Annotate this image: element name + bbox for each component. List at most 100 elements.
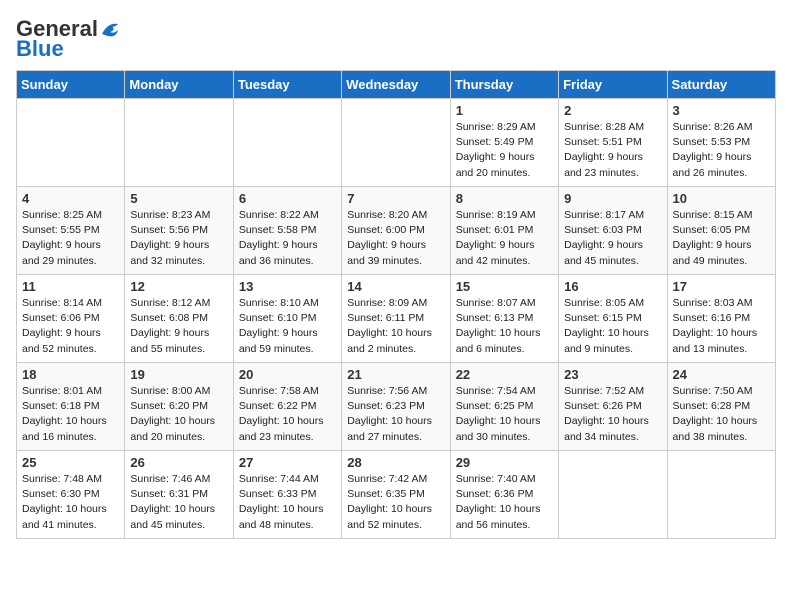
day-info: Sunrise: 7:50 AMSunset: 6:28 PMDaylight:… <box>673 384 770 445</box>
calendar-cell: 10 Sunrise: 8:15 AMSunset: 6:05 PMDayligh… <box>667 187 775 275</box>
day-number: 24 <box>673 367 770 382</box>
day-number: 12 <box>130 279 227 294</box>
day-info: Sunrise: 8:12 AMSunset: 6:08 PMDaylight:… <box>130 296 227 357</box>
day-number: 10 <box>673 191 770 206</box>
day-info: Sunrise: 8:15 AMSunset: 6:05 PMDaylight:… <box>673 208 770 269</box>
calendar-cell: 22 Sunrise: 7:54 AMSunset: 6:25 PMDayligh… <box>450 363 558 451</box>
day-info: Sunrise: 8:10 AMSunset: 6:10 PMDaylight:… <box>239 296 336 357</box>
weekday-wednesday: Wednesday <box>342 71 450 99</box>
calendar-cell: 28 Sunrise: 7:42 AMSunset: 6:35 PMDayligh… <box>342 451 450 539</box>
day-info: Sunrise: 7:48 AMSunset: 6:30 PMDaylight:… <box>22 472 119 533</box>
calendar-cell: 2Sunrise: 8:28 AMSunset: 5:51 PMDaylight… <box>559 99 667 187</box>
weekday-saturday: Saturday <box>667 71 775 99</box>
day-number: 26 <box>130 455 227 470</box>
weekday-monday: Monday <box>125 71 233 99</box>
day-info: Sunrise: 7:46 AMSunset: 6:31 PMDaylight:… <box>130 472 227 533</box>
day-number: 2 <box>564 103 661 118</box>
day-number: 7 <box>347 191 444 206</box>
day-number: 11 <box>22 279 119 294</box>
day-number: 14 <box>347 279 444 294</box>
logo-bird-icon <box>100 20 122 38</box>
calendar-cell: 11Sunrise: 8:14 AMSunset: 6:06 PMDayligh… <box>17 275 125 363</box>
logo: General Blue <box>16 16 122 62</box>
day-number: 29 <box>456 455 553 470</box>
calendar-cell: 20 Sunrise: 7:58 AMSunset: 6:22 PMDayligh… <box>233 363 341 451</box>
day-info: Sunrise: 8:23 AMSunset: 5:56 PMDaylight:… <box>130 208 227 269</box>
day-number: 28 <box>347 455 444 470</box>
day-number: 5 <box>130 191 227 206</box>
week-row-2: 4 Sunrise: 8:25 AMSunset: 5:55 PMDaylight… <box>17 187 776 275</box>
day-number: 9 <box>564 191 661 206</box>
calendar-cell: 24 Sunrise: 7:50 AMSunset: 6:28 PMDayligh… <box>667 363 775 451</box>
logo-blue: Blue <box>16 36 64 62</box>
day-number: 15 <box>456 279 553 294</box>
day-info: Sunrise: 7:44 AMSunset: 6:33 PMDaylight:… <box>239 472 336 533</box>
day-info: Sunrise: 8:01 AMSunset: 6:18 PMDaylight:… <box>22 384 119 445</box>
calendar-cell <box>125 99 233 187</box>
calendar-cell: 1 Sunrise: 8:29 AMSunset: 5:49 PMDaylight… <box>450 99 558 187</box>
calendar-cell: 16 Sunrise: 8:05 AMSunset: 6:15 PMDayligh… <box>559 275 667 363</box>
calendar-cell: 8Sunrise: 8:19 AMSunset: 6:01 PMDaylight… <box>450 187 558 275</box>
day-info: Sunrise: 8:17 AMSunset: 6:03 PMDaylight:… <box>564 208 661 269</box>
calendar-cell: 19 Sunrise: 8:00 AMSunset: 6:20 PMDayligh… <box>125 363 233 451</box>
day-number: 3 <box>673 103 770 118</box>
day-number: 16 <box>564 279 661 294</box>
day-info: Sunrise: 8:03 AMSunset: 6:16 PMDaylight:… <box>673 296 770 357</box>
calendar-cell <box>17 99 125 187</box>
day-info: Sunrise: 8:22 AMSunset: 5:58 PMDaylight:… <box>239 208 336 269</box>
calendar-cell: 13 Sunrise: 8:10 AMSunset: 6:10 PMDayligh… <box>233 275 341 363</box>
weekday-header-row: SundayMondayTuesdayWednesdayThursdayFrid… <box>17 71 776 99</box>
day-number: 6 <box>239 191 336 206</box>
calendar-cell: 27Sunrise: 7:44 AMSunset: 6:33 PMDayligh… <box>233 451 341 539</box>
day-info: Sunrise: 8:07 AMSunset: 6:13 PMDaylight:… <box>456 296 553 357</box>
calendar-cell: 6 Sunrise: 8:22 AMSunset: 5:58 PMDaylight… <box>233 187 341 275</box>
day-number: 22 <box>456 367 553 382</box>
calendar-cell: 25 Sunrise: 7:48 AMSunset: 6:30 PMDayligh… <box>17 451 125 539</box>
week-row-3: 11Sunrise: 8:14 AMSunset: 6:06 PMDayligh… <box>17 275 776 363</box>
calendar-cell <box>342 99 450 187</box>
day-info: Sunrise: 8:05 AMSunset: 6:15 PMDaylight:… <box>564 296 661 357</box>
calendar-cell <box>667 451 775 539</box>
week-row-4: 18 Sunrise: 8:01 AMSunset: 6:18 PMDayligh… <box>17 363 776 451</box>
calendar-table: SundayMondayTuesdayWednesdayThursdayFrid… <box>16 70 776 539</box>
calendar-cell: 14Sunrise: 8:09 AMSunset: 6:11 PMDayligh… <box>342 275 450 363</box>
day-number: 21 <box>347 367 444 382</box>
weekday-friday: Friday <box>559 71 667 99</box>
calendar-cell: 29 Sunrise: 7:40 AMSunset: 6:36 PMDayligh… <box>450 451 558 539</box>
day-number: 19 <box>130 367 227 382</box>
day-info: Sunrise: 7:54 AMSunset: 6:25 PMDaylight:… <box>456 384 553 445</box>
day-number: 17 <box>673 279 770 294</box>
calendar-cell <box>233 99 341 187</box>
calendar-cell: 3 Sunrise: 8:26 AMSunset: 5:53 PMDaylight… <box>667 99 775 187</box>
day-number: 25 <box>22 455 119 470</box>
day-number: 13 <box>239 279 336 294</box>
week-row-5: 25 Sunrise: 7:48 AMSunset: 6:30 PMDayligh… <box>17 451 776 539</box>
weekday-tuesday: Tuesday <box>233 71 341 99</box>
header: General Blue <box>16 16 776 62</box>
calendar-cell: 23Sunrise: 7:52 AMSunset: 6:26 PMDayligh… <box>559 363 667 451</box>
day-info: Sunrise: 7:58 AMSunset: 6:22 PMDaylight:… <box>239 384 336 445</box>
day-info: Sunrise: 8:26 AMSunset: 5:53 PMDaylight:… <box>673 120 770 181</box>
day-info: Sunrise: 8:00 AMSunset: 6:20 PMDaylight:… <box>130 384 227 445</box>
day-number: 18 <box>22 367 119 382</box>
weekday-thursday: Thursday <box>450 71 558 99</box>
calendar-cell: 5 Sunrise: 8:23 AMSunset: 5:56 PMDaylight… <box>125 187 233 275</box>
day-info: Sunrise: 7:40 AMSunset: 6:36 PMDaylight:… <box>456 472 553 533</box>
week-row-1: 1 Sunrise: 8:29 AMSunset: 5:49 PMDaylight… <box>17 99 776 187</box>
day-info: Sunrise: 7:56 AMSunset: 6:23 PMDaylight:… <box>347 384 444 445</box>
day-number: 1 <box>456 103 553 118</box>
calendar-cell: 17 Sunrise: 8:03 AMSunset: 6:16 PMDayligh… <box>667 275 775 363</box>
calendar-cell: 26 Sunrise: 7:46 AMSunset: 6:31 PMDayligh… <box>125 451 233 539</box>
calendar-cell: 15 Sunrise: 8:07 AMSunset: 6:13 PMDayligh… <box>450 275 558 363</box>
day-info: Sunrise: 7:42 AMSunset: 6:35 PMDaylight:… <box>347 472 444 533</box>
calendar-cell: 7 Sunrise: 8:20 AMSunset: 6:00 PMDaylight… <box>342 187 450 275</box>
calendar-cell: 12 Sunrise: 8:12 AMSunset: 6:08 PMDayligh… <box>125 275 233 363</box>
day-number: 20 <box>239 367 336 382</box>
day-number: 4 <box>22 191 119 206</box>
day-info: Sunrise: 8:29 AMSunset: 5:49 PMDaylight:… <box>456 120 553 181</box>
day-info: Sunrise: 8:25 AMSunset: 5:55 PMDaylight:… <box>22 208 119 269</box>
calendar-cell: 18 Sunrise: 8:01 AMSunset: 6:18 PMDayligh… <box>17 363 125 451</box>
day-info: Sunrise: 8:20 AMSunset: 6:00 PMDaylight:… <box>347 208 444 269</box>
day-info: Sunrise: 8:19 AMSunset: 6:01 PMDaylight:… <box>456 208 553 269</box>
calendar-cell: 9 Sunrise: 8:17 AMSunset: 6:03 PMDaylight… <box>559 187 667 275</box>
